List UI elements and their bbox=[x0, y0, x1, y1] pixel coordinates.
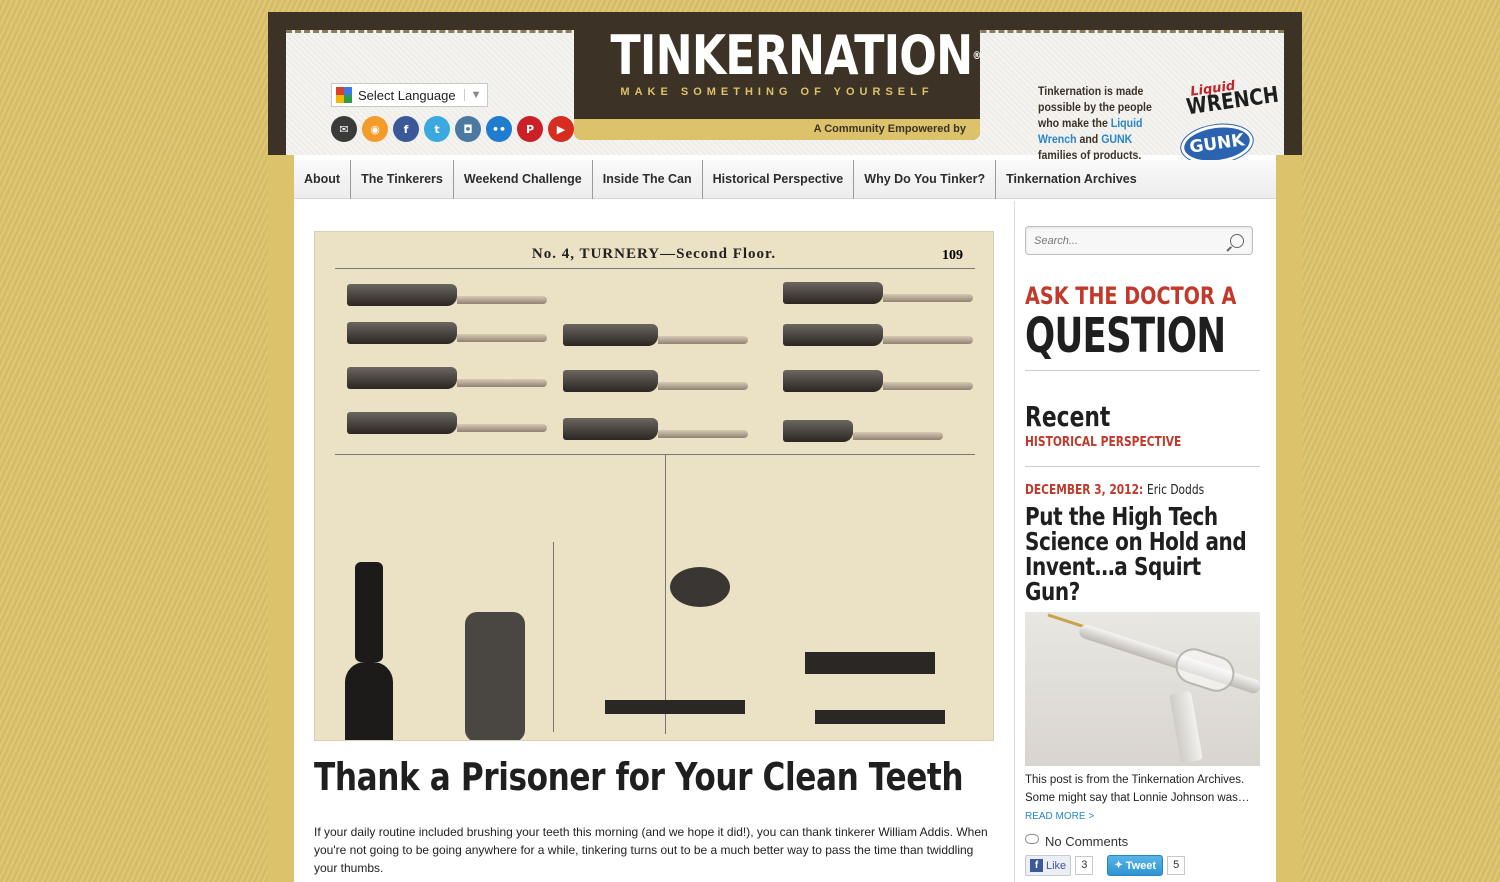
rss-icon[interactable]: ◉ bbox=[362, 116, 388, 142]
hero-catalog-heading: No. 4, TURNERY—Second Floor. bbox=[531, 246, 777, 262]
toothbrush-illustration bbox=[563, 370, 748, 392]
pinterest-icon[interactable]: P bbox=[517, 116, 543, 142]
recent-post-date: DECEMBER 3, 2012: bbox=[1025, 483, 1144, 498]
squirt-gun-tank bbox=[1170, 643, 1240, 697]
divider bbox=[1025, 466, 1260, 467]
search-icon[interactable] bbox=[1230, 233, 1244, 248]
comments-label: No Comments bbox=[1045, 834, 1129, 849]
search-placeholder: Search... bbox=[1034, 234, 1079, 247]
like-count: 3 bbox=[1075, 856, 1094, 875]
ask-doctor-heading-line1[interactable]: ASK THE DOCTOR A bbox=[1025, 282, 1236, 310]
nav-item-weekend-challenge[interactable]: Weekend Challenge bbox=[454, 160, 593, 199]
toothbrush-illustration bbox=[347, 367, 547, 389]
ask-doctor-heading-line2[interactable]: QUESTION bbox=[1025, 310, 1226, 362]
main-content: No. 4, TURNERY—Second Floor. 109 Thank a… bbox=[314, 231, 994, 877]
facebook-like-button[interactable]: f Like bbox=[1025, 855, 1072, 876]
post-hero-image[interactable]: No. 4, TURNERY—Second Floor. 109 bbox=[314, 231, 994, 741]
toothbrush-illustration bbox=[783, 420, 943, 442]
comb-illustration bbox=[805, 652, 935, 674]
share-bar: f Like 3 ✦ Tweet 5 bbox=[1025, 855, 1260, 876]
community-banner: A Community Empowered by bbox=[574, 119, 980, 140]
hero-rule bbox=[665, 454, 666, 734]
hero-page-number: 109 bbox=[942, 248, 963, 263]
toothbrush-illustration bbox=[347, 322, 547, 344]
recent-post-meta: DECEMBER 3, 2012: Eric Dodds bbox=[1025, 483, 1218, 498]
main-nav: About The Tinkerers Weekend Challenge In… bbox=[294, 160, 1276, 199]
powder-box-illustration bbox=[670, 567, 730, 607]
post-excerpt: If your daily routine included brushing … bbox=[314, 825, 988, 875]
nav-item-inside-the-can[interactable]: Inside The Can bbox=[593, 160, 703, 199]
site-logo[interactable]: TINKERNATION® MAKE SOMETHING OF YOURSELF… bbox=[574, 12, 982, 140]
left-border bbox=[268, 155, 294, 882]
flickr-icon[interactable]: •• bbox=[486, 116, 512, 142]
logo-tagline: MAKE SOMETHING OF YOURSELF bbox=[620, 86, 934, 98]
toothbrush-illustration bbox=[563, 324, 748, 346]
hero-rule bbox=[553, 542, 554, 732]
hero-rule bbox=[335, 454, 975, 455]
twitter-icon[interactable]: t bbox=[424, 116, 450, 142]
squirt-gun-handle bbox=[1169, 690, 1203, 764]
read-more-link[interactable]: READ MORE > bbox=[1025, 811, 1260, 822]
recent-post-title[interactable]: Put the High Tech Science on Hold and In… bbox=[1025, 504, 1257, 604]
sidebar: Search... ASK THE DOCTOR A QUESTION Rece… bbox=[1025, 226, 1260, 882]
recent-category[interactable]: HISTORICAL PERSPECTIVE bbox=[1025, 435, 1218, 450]
logo-title-text: TINKERNATION bbox=[610, 24, 974, 87]
registered-mark: ® bbox=[972, 49, 981, 62]
nav-item-historical-perspective[interactable]: Historical Perspective bbox=[703, 160, 855, 199]
toothbrush-illustration bbox=[783, 324, 973, 346]
toothbrush-illustration bbox=[783, 282, 973, 304]
like-label: Like bbox=[1046, 859, 1067, 872]
nav-item-tinkernation-archives[interactable]: Tinkernation Archives bbox=[996, 160, 1147, 199]
recent-post-image[interactable] bbox=[1025, 612, 1260, 766]
sidebar-divider bbox=[1014, 201, 1015, 882]
tweet-label: Tweet bbox=[1125, 859, 1157, 872]
gunk-link[interactable]: GUNK bbox=[1101, 132, 1132, 146]
post-title[interactable]: Thank a Prisoner for Your Clean Teeth bbox=[314, 755, 964, 799]
divider bbox=[1025, 370, 1260, 371]
recent-heading: Recent bbox=[1025, 400, 1111, 433]
comments-link[interactable]: No Comments bbox=[1025, 833, 1260, 849]
social-icons: ✉ ◉ f t ◘ •• P ▶ bbox=[331, 116, 574, 142]
right-border bbox=[1276, 155, 1302, 882]
brush-tidy-illustration bbox=[465, 612, 525, 740]
recent-post-excerpt: This post is from the Tinkernation Archi… bbox=[1025, 774, 1250, 804]
nav-item-the-tinkerers[interactable]: The Tinkerers bbox=[351, 160, 454, 199]
toothbrush-illustration bbox=[347, 412, 547, 434]
language-select[interactable]: Select Language ▼ bbox=[331, 83, 488, 107]
brush-stand-illustration bbox=[345, 662, 393, 740]
comb-illustration bbox=[605, 700, 745, 714]
tweet-count: 5 bbox=[1167, 856, 1186, 875]
language-select-label: Select Language bbox=[358, 87, 456, 103]
toothbrush-illustration bbox=[347, 284, 547, 306]
sponsor-and: and bbox=[1079, 132, 1099, 146]
youtube-icon[interactable]: ▶ bbox=[548, 116, 574, 142]
google-icon bbox=[336, 87, 352, 103]
squirt-gun-barrel bbox=[1077, 622, 1260, 696]
email-icon[interactable]: ✉ bbox=[331, 116, 357, 142]
comment-icon bbox=[1025, 833, 1039, 844]
logo-title: TINKERNATION® bbox=[611, 26, 982, 86]
search-input[interactable]: Search... bbox=[1025, 226, 1253, 255]
comb-illustration bbox=[815, 710, 945, 724]
liquid-wrench-logo[interactable]: Liquid WRENCH bbox=[1178, 78, 1287, 121]
brush-stand-illustration bbox=[355, 562, 383, 662]
hero-rule bbox=[335, 268, 975, 269]
recent-post-author[interactable]: Eric Dodds bbox=[1147, 483, 1204, 498]
site-header: Select Language ▼ ✉ ◉ f t ◘ •• P ▶ Tinkernation… bbox=[268, 12, 1302, 168]
twitter-bird-icon: ✦ bbox=[1114, 860, 1123, 871]
toothbrush-illustration bbox=[563, 418, 748, 440]
nav-item-why-do-you-tinker[interactable]: Why Do You Tinker? bbox=[854, 160, 997, 199]
instagram-icon[interactable]: ◘ bbox=[455, 116, 481, 142]
facebook-icon: f bbox=[1030, 859, 1043, 872]
toothbrush-illustration bbox=[783, 370, 973, 392]
nav-item-about[interactable]: About bbox=[294, 160, 352, 199]
facebook-icon[interactable]: f bbox=[393, 116, 419, 142]
tweet-button[interactable]: ✦ Tweet bbox=[1107, 855, 1164, 876]
sponsor-text: Tinkernation is made possible by the peo… bbox=[1038, 83, 1156, 163]
chevron-down-icon: ▼ bbox=[463, 89, 481, 101]
page-container: Select Language ▼ ✉ ◉ f t ◘ •• P ▶ Tinkernation… bbox=[268, 12, 1302, 882]
